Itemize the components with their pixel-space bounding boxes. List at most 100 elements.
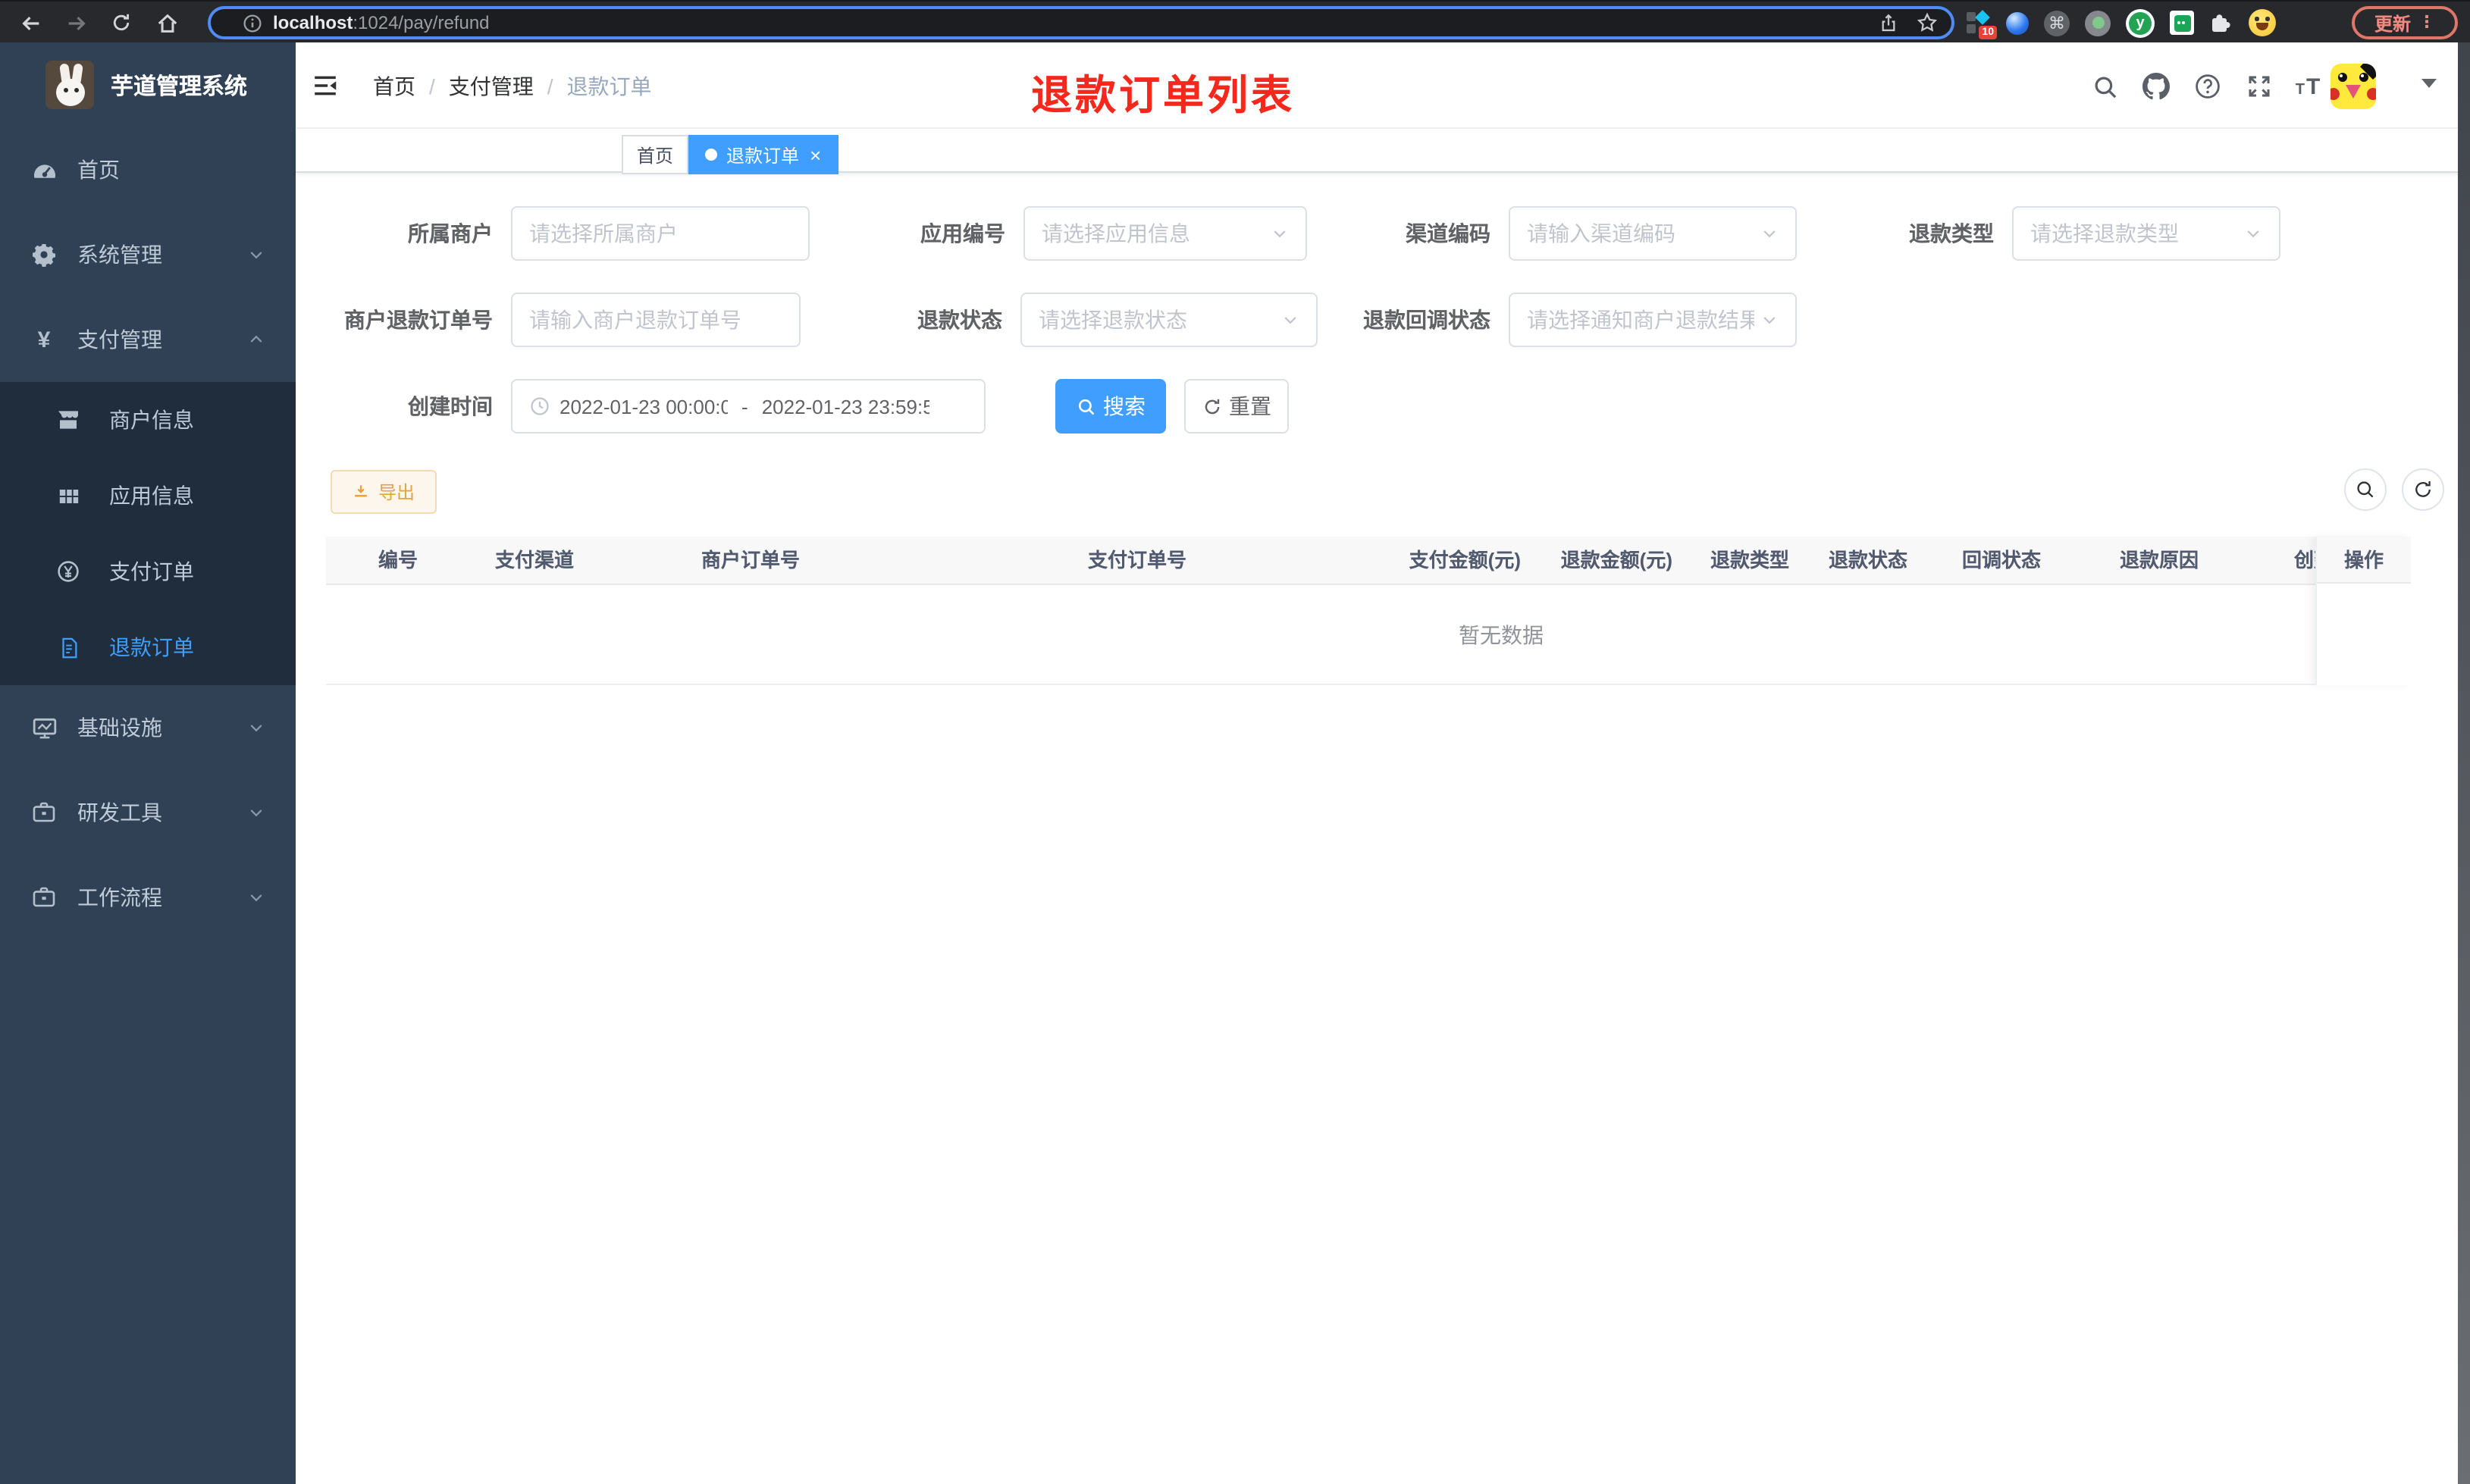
bookmark-star-icon[interactable] — [1917, 12, 1938, 33]
fullscreen-icon[interactable] — [2246, 73, 2273, 100]
merchant-input[interactable]: 请选择所属商户 — [511, 206, 810, 261]
export-button[interactable]: 导出 — [331, 470, 437, 514]
help-question-icon[interactable] — [2194, 73, 2221, 100]
extension-command-icon[interactable]: ⌘ — [2044, 10, 2070, 36]
browser-extensions: 10 ⌘ y — [1967, 2, 2276, 44]
scrollbar[interactable] — [2458, 42, 2470, 1484]
placeholder-text: 请选择所属商户 — [529, 221, 678, 246]
placeholder-text: 请选择应用信息 — [1042, 221, 1190, 246]
submenu-pay: 商户信息应用信息支付订单 退款订单 — [0, 382, 296, 685]
refund-notify-status-input[interactable]: 请选择通知商户退款结果的回调状态 — [1509, 293, 1797, 347]
sidebar-item-dev-tools[interactable]: 研发工具 — [0, 770, 296, 855]
sidebar-item-label: 研发工具 — [77, 800, 162, 825]
extension-recorder-icon[interactable] — [2085, 10, 2111, 36]
table-column-header: 支付订单号 — [1087, 549, 1186, 571]
sidebar-item-system[interactable]: 系统管理 — [0, 212, 296, 297]
tags-view-bar: 首页 退款订单 × — [296, 129, 2470, 174]
url-host: localhost — [273, 12, 353, 33]
export-button-label: 导出 — [378, 482, 415, 503]
toggle-search-icon[interactable] — [2344, 468, 2387, 511]
filter-field-refund-status: 退款状态 请选择退款状态 — [788, 293, 1318, 347]
chevron-down-icon — [247, 803, 265, 822]
avatar-caret-down-icon[interactable] — [2421, 79, 2437, 88]
sidebar-subitem-pay-order[interactable]: 支付订单 — [0, 534, 296, 609]
browser-reload-button[interactable] — [100, 2, 143, 44]
breadcrumb-item[interactable]: 首页 — [373, 70, 415, 101]
refund-type-input[interactable]: 请选择退款类型 — [2012, 206, 2280, 261]
channel-code-input[interactable]: 请输入渠道编码 — [1509, 206, 1797, 261]
chevron-down-icon — [1760, 311, 1779, 329]
extension-balloon-icon[interactable] — [2006, 11, 2029, 34]
filter-label: 创建时间 — [408, 394, 493, 418]
breadcrumb-item[interactable]: 支付管理 — [449, 70, 534, 101]
github-icon[interactable] — [2142, 73, 2170, 100]
browser-back-button[interactable] — [9, 2, 52, 44]
tab-label: 退款订单 — [726, 145, 800, 166]
table-column-header: 回调状态 — [1961, 549, 2041, 571]
chevron-down-icon — [2244, 224, 2262, 243]
table-column-header: 退款类型 — [1710, 549, 1789, 571]
sidebar-subitem-label: 应用信息 — [109, 484, 194, 508]
sidebar-item-label: 首页 — [77, 158, 120, 182]
sidebar-item-infrastructure[interactable]: 基础设施 — [0, 685, 296, 770]
close-icon[interactable]: × — [810, 145, 821, 164]
browser-menu-kebab-icon[interactable]: ⋮ — [2418, 14, 2435, 31]
table-header-row: 编号 支付渠道 商户订单号 支付订单号 支付金额(元) 退款金额(元) 退款类型 退款状态 回调… — [326, 537, 2411, 585]
filter-label: 退款状态 — [917, 308, 1002, 332]
site-info-icon[interactable] — [243, 13, 262, 33]
browser-home-button[interactable] — [146, 2, 188, 44]
chevron-down-icon — [247, 719, 265, 737]
placeholder-text: 请选择通知商户退款结果的回调状态 — [1527, 308, 1754, 332]
refund-table: 编号 支付渠道 商户订单号 支付订单号 支付金额(元) 退款金额(元) 退款类型 退款状态 回调… — [326, 537, 2411, 685]
sidebar-item-home[interactable]: 首页 — [0, 127, 296, 212]
header-search-icon[interactable] — [2091, 73, 2118, 100]
monitor-icon — [30, 714, 58, 741]
sidebar-menu: 首页系统管理 ¥ 支付管理商户信息应用信息支付订单 退款订单基础设施研发工具工作流程 — [0, 127, 296, 940]
tab-refund-order[interactable]: 退款订单 × — [688, 135, 838, 174]
refresh-table-icon[interactable] — [2402, 468, 2444, 511]
breadcrumb: 首页 / 支付管理 / 退款订单 — [373, 42, 652, 129]
url-text: localhost:1024/pay/refund — [273, 12, 490, 33]
font-size-icon[interactable]: TT — [2294, 73, 2321, 100]
share-icon[interactable] — [1879, 13, 1898, 33]
profile-emoji-icon[interactable] — [2249, 9, 2276, 36]
gear-icon — [30, 241, 58, 268]
filter-label: 商户退款订单号 — [344, 308, 493, 332]
date-end-value: 2022-01-23 23:59:59 — [761, 395, 930, 418]
user-avatar[interactable] — [2331, 64, 2376, 109]
active-tab-dot — [705, 149, 717, 161]
table-empty-row: 暂无数据 — [326, 585, 2411, 685]
sidebar-subitem-label: 商户信息 — [109, 408, 194, 432]
reset-button[interactable]: 重置 — [1184, 379, 1289, 434]
sidebar-subitem-app-info[interactable]: 应用信息 — [0, 458, 296, 534]
sidebar-item-pay[interactable]: ¥ 支付管理 — [0, 297, 296, 382]
merchant-refund-no-input[interactable]: 请输入商户退款订单号 — [511, 293, 801, 347]
extension-tampermonkey-icon[interactable]: 10 — [1967, 10, 1997, 39]
browser-update-button[interactable]: 更新 ⋮ — [2352, 6, 2458, 39]
sidebar-item-label: 基础设施 — [77, 715, 162, 740]
extension-y-icon[interactable]: y — [2126, 8, 2155, 37]
extensions-puzzle-icon[interactable] — [2209, 11, 2233, 35]
dashboard-icon — [30, 156, 58, 183]
date-separator: - — [741, 395, 748, 418]
tab-home[interactable]: 首页 — [622, 135, 689, 174]
browser-forward-button[interactable] — [55, 2, 97, 44]
extension-chat-icon[interactable] — [2170, 11, 2194, 35]
url-bar[interactable]: localhost:1024/pay/refund — [208, 6, 1954, 39]
sidebar-logo-row[interactable]: 芋道管理系统 — [0, 42, 296, 127]
app-no-input[interactable]: 请选择应用信息 — [1023, 206, 1307, 261]
chevron-down-icon — [247, 246, 265, 264]
sidebar-subitem-refund-order[interactable]: 退款订单 — [0, 609, 296, 685]
refund-status-input[interactable]: 请选择退款状态 — [1020, 293, 1318, 347]
filter-label: 渠道编码 — [1406, 221, 1490, 246]
date-range-input[interactable]: 2022-01-23 00:00:00 - 2022-01-23 23:59:5… — [511, 379, 986, 434]
sidebar-collapse-icon[interactable] — [311, 70, 344, 100]
screen: localhost:1024/pay/refund 10 ⌘ y 更新 ⋮ 芋道… — [0, 0, 2470, 1484]
breadcrumb-separator: / — [429, 74, 435, 98]
sidebar-subitem-merchant-info[interactable]: 商户信息 — [0, 382, 296, 458]
extension-badge: 10 — [1979, 26, 1997, 39]
search-button[interactable]: 搜索 — [1055, 379, 1166, 434]
sidebar-item-label: 支付管理 — [77, 327, 162, 352]
sidebar-item-workflow[interactable]: 工作流程 — [0, 855, 296, 940]
date-start-value: 2022-01-23 00:00:00 — [560, 395, 728, 418]
